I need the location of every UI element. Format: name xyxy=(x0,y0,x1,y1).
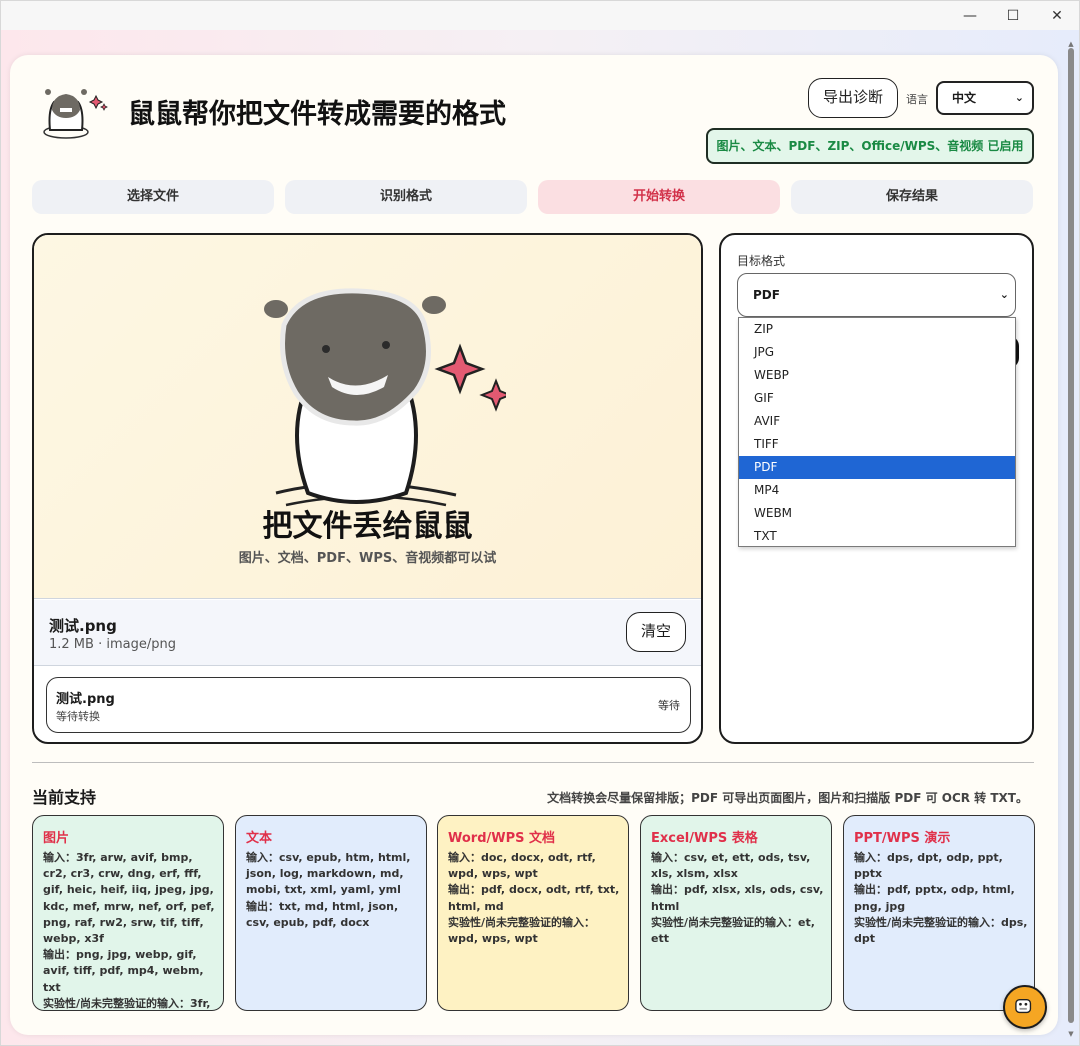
hamster-logo-icon xyxy=(43,89,108,139)
dropdown-option-webm[interactable]: WEBM xyxy=(739,502,1015,525)
support-card-excel: Excel/WPS 表格 输入：csv, et, ett, ods, tsv, … xyxy=(640,815,832,1011)
file-meta: 1.2 MB · image/png xyxy=(49,637,176,652)
language-select[interactable]: 中文 ⌄ xyxy=(936,81,1034,115)
clear-button[interactable]: 清空 xyxy=(626,612,686,652)
export-diagnostics-button[interactable]: 导出诊断 xyxy=(808,78,898,118)
step-select-file[interactable]: 选择文件 xyxy=(32,180,274,214)
support-card-title: 文本 xyxy=(246,831,273,846)
support-title: 当前支持 xyxy=(32,788,97,807)
dropdown-option-pdf[interactable]: PDF xyxy=(739,456,1015,479)
target-format-select[interactable]: PDF ⌄ xyxy=(737,273,1016,317)
dropdown-option-jpg[interactable]: JPG xyxy=(739,341,1015,364)
hamster-mascot-icon xyxy=(264,288,506,507)
queue-file-name: 测试.png xyxy=(56,692,115,707)
support-card-body: 输入：doc, docx, odt, rtf, wpd, wps, wpt 输出… xyxy=(448,851,620,946)
queue-item: 测试.png 等待转换 等待 xyxy=(46,677,691,733)
dropdown-option-zip[interactable]: ZIP xyxy=(739,318,1015,341)
support-card-title: 图片 xyxy=(43,831,70,846)
dropdown-option-gif[interactable]: GIF xyxy=(739,387,1015,410)
drop-title: 把文件丢给鼠鼠 xyxy=(262,509,473,544)
file-name: 测试.png xyxy=(49,617,117,635)
support-note: 文档转换会尽量保留排版；PDF 可导出页面图片，图片和扫描版 PDF 可 OCR… xyxy=(547,791,1028,805)
support-card-body: 输入：3fr, arw, avif, bmp, cr2, cr3, crw, d… xyxy=(43,851,215,1010)
support-card-body: 输入：csv, epub, htm, html, json, log, mark… xyxy=(246,851,411,929)
queue-state-badge: 等待 xyxy=(658,699,680,712)
file-panel: 把文件丢给鼠鼠 图片、文档、PDF、WPS、音视频都可以试 测试.png 1.2… xyxy=(32,233,703,744)
scroll-down-icon[interactable]: ▼ xyxy=(1066,1030,1076,1040)
dropdown-option-avif[interactable]: AVIF xyxy=(739,410,1015,433)
dropdown-option-txt[interactable]: TXT xyxy=(739,525,1015,548)
hamster-fab-button[interactable] xyxy=(1003,985,1047,1029)
support-card-text: 文本 输入：csv, epub, htm, html, json, log, m… xyxy=(235,815,427,1011)
drop-subtitle: 图片、文档、PDF、WPS、音视频都可以试 xyxy=(238,551,497,566)
dropdown-option-tiff[interactable]: TIFF xyxy=(739,433,1015,456)
step-detect-format[interactable]: 识别格式 xyxy=(285,180,527,214)
support-card-title: Excel/WPS 表格 xyxy=(651,831,758,846)
scrollbar-thumb[interactable] xyxy=(1068,48,1074,1023)
page-title: 鼠鼠帮你把文件转成需要的格式 xyxy=(128,99,506,130)
language-value: 中文 xyxy=(952,91,977,105)
support-card-word: Word/WPS 文档 输入：doc, docx, odt, rtf, wpd,… xyxy=(437,815,629,1011)
close-icon[interactable]: ✕ xyxy=(1046,5,1068,27)
support-card-body: 输入：dps, dpt, odp, ppt, pptx 输出：pdf, pptx… xyxy=(854,851,1028,946)
support-card-ppt: PPT/WPS 演示 输入：dps, dpt, odp, ppt, pptx 输… xyxy=(843,815,1035,1011)
drop-zone[interactable]: 把文件丢给鼠鼠 图片、文档、PDF、WPS、音视频都可以试 xyxy=(34,235,701,599)
chevron-down-icon: ⌄ xyxy=(1014,91,1024,104)
chevron-down-icon: ⌄ xyxy=(999,288,1009,301)
target-format-label: 目标格式 xyxy=(737,254,786,268)
support-card-body: 输入：csv, et, ett, ods, tsv, xls, xlsm, xl… xyxy=(651,851,824,946)
language-label: 语言 xyxy=(906,93,928,106)
status-badge: 图片、文本、PDF、ZIP、Office/WPS、音视频 已启用 xyxy=(706,128,1034,164)
queue-status: 等待转换 xyxy=(56,710,100,723)
section-divider xyxy=(32,762,1034,763)
minimize-icon[interactable]: — xyxy=(959,5,981,27)
step-start-convert[interactable]: 开始转换 xyxy=(538,180,780,214)
maximize-icon[interactable]: ☐ xyxy=(1002,5,1024,27)
support-card-title: Word/WPS 文档 xyxy=(448,831,556,846)
target-format-value: PDF xyxy=(753,288,780,302)
window-titlebar: — ☐ ✕ xyxy=(0,0,1080,30)
support-card-image: 图片 输入：3fr, arw, avif, bmp, cr2, cr3, crw… xyxy=(32,815,224,1011)
support-card-title: PPT/WPS 演示 xyxy=(854,831,951,846)
selected-file-row: 测试.png 1.2 MB · image/png 清空 xyxy=(34,600,701,666)
dropdown-option-webp[interactable]: WEBP xyxy=(739,364,1015,387)
step-save-result[interactable]: 保存结果 xyxy=(791,180,1033,214)
dropdown-option-mp4[interactable]: MP4 xyxy=(739,479,1015,502)
hamster-face-icon xyxy=(1015,999,1032,1014)
format-dropdown-list: ZIP JPG WEBP GIF AVIF TIFF PDF MP4 WEBM … xyxy=(738,317,1016,547)
